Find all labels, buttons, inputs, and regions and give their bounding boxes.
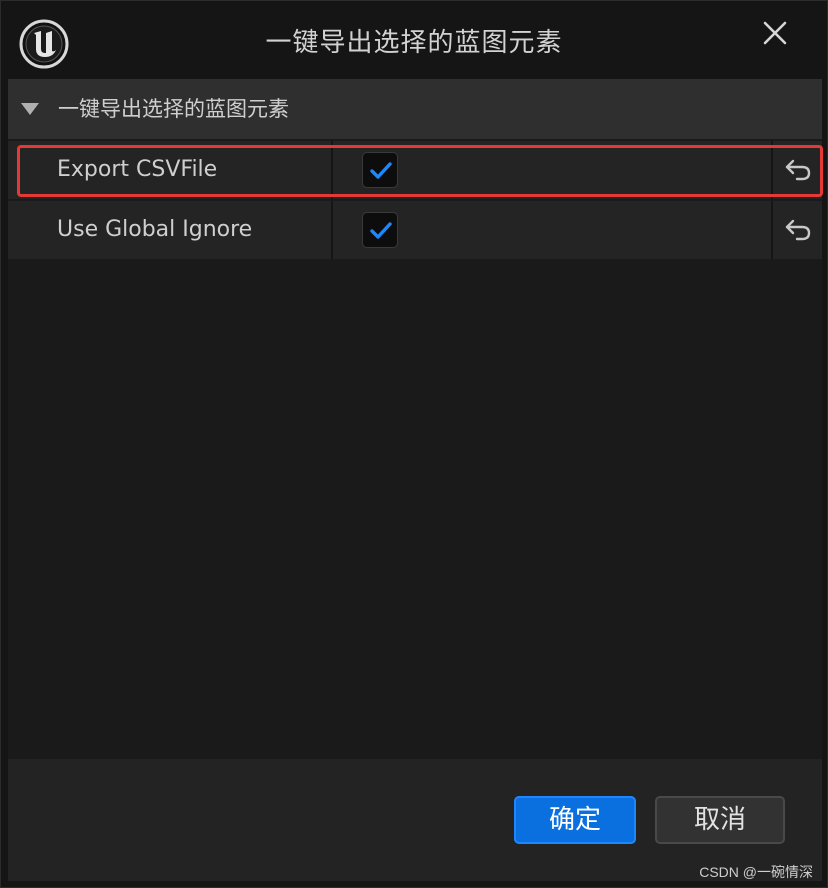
dialog-window: 一键导出选择的蓝图元素 一键导出选择的蓝图元素 Export CSVFile U… <box>0 0 828 888</box>
column-divider <box>771 201 773 259</box>
category-label: 一键导出选择的蓝图元素 <box>58 97 289 121</box>
details-panel: 一键导出选择的蓝图元素 Export CSVFile Use Global Ig… <box>8 79 822 759</box>
cancel-button[interactable]: 取消 <box>655 796 785 844</box>
watermark: CSDN @一碗情深 <box>699 864 813 880</box>
ok-button[interactable]: 确定 <box>514 796 636 844</box>
property-row-export-csvfile: Export CSVFile <box>8 140 822 199</box>
column-divider <box>771 141 773 199</box>
property-label: Export CSVFile <box>57 157 218 182</box>
category-header[interactable]: 一键导出选择的蓝图元素 <box>8 79 822 139</box>
reset-to-default-icon[interactable] <box>782 156 814 184</box>
use-global-ignore-checkbox[interactable] <box>362 212 398 248</box>
close-icon[interactable] <box>761 19 789 47</box>
triangle-down-icon[interactable] <box>20 101 40 117</box>
property-label: Use Global Ignore <box>57 217 253 242</box>
title-bar[interactable]: 一键导出选择的蓝图元素 <box>1 1 827 79</box>
reset-to-default-icon[interactable] <box>782 216 814 244</box>
window-title: 一键导出选择的蓝图元素 <box>265 28 563 58</box>
column-divider[interactable] <box>331 141 333 199</box>
property-row-use-global-ignore: Use Global Ignore <box>8 200 822 259</box>
export-csvfile-checkbox[interactable] <box>362 152 398 188</box>
column-divider[interactable] <box>331 201 333 259</box>
